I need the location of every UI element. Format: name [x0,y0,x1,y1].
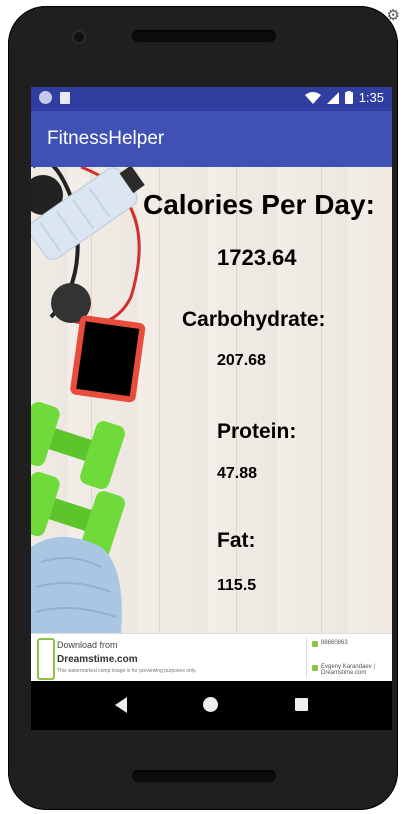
carbohydrate-label: Carbohydrate: [182,308,326,331]
wifi-icon [304,91,321,104]
dreamstime-logo [37,638,55,680]
status-bar: 1:35 [31,87,392,111]
sd-card-icon [60,91,70,104]
ad-credit: Evgeny Karandaev | Dreamstime.com [321,664,375,676]
ad-disclaimer-text: This watermarked comp image is for previ… [57,668,197,674]
back-icon[interactable] [115,697,127,713]
calories-label: Calories Per Day: [143,189,375,220]
content-area: Calories Per Day: 1723.64 Carbohydrate: … [31,167,392,633]
home-icon[interactable] [203,697,218,712]
phone-frame: 1:35 FitnessHelper Calories Per Day: 172… [8,6,398,810]
ad-image-id: 88660863 [321,640,348,646]
app-bar: FitnessHelper [31,111,392,167]
top-speaker [132,30,276,42]
protein-value: 47.88 [217,465,258,482]
app-title: FitnessHelper [47,128,165,149]
ad-banner[interactable]: Download from Dreamstime.com This waterm… [31,633,392,682]
status-time: 1:35 [358,90,384,105]
background-photo [31,167,146,633]
fat-label: Fat: [217,529,256,552]
camera-icon [74,32,84,42]
fat-value: 115.5 [217,577,257,594]
carbohydrate-value: 207.68 [217,352,266,369]
credit-check-icon [312,665,318,671]
protein-label: Protein: [217,420,297,443]
bottom-speaker [132,770,276,782]
signal-icon [326,91,339,104]
device-screen: 1:35 FitnessHelper Calories Per Day: 172… [31,87,392,730]
calories-value: 1723.64 [217,245,297,270]
ad-divider [306,638,307,678]
id-check-icon [312,641,318,647]
battery-icon [344,91,353,104]
ad-download-text: Download from [57,640,118,650]
music-player [70,315,146,403]
ad-site-text: Dreamstime.com [57,654,138,665]
notification-icon [39,91,52,104]
navigation-bar [31,681,392,730]
recent-apps-icon[interactable] [295,698,308,711]
